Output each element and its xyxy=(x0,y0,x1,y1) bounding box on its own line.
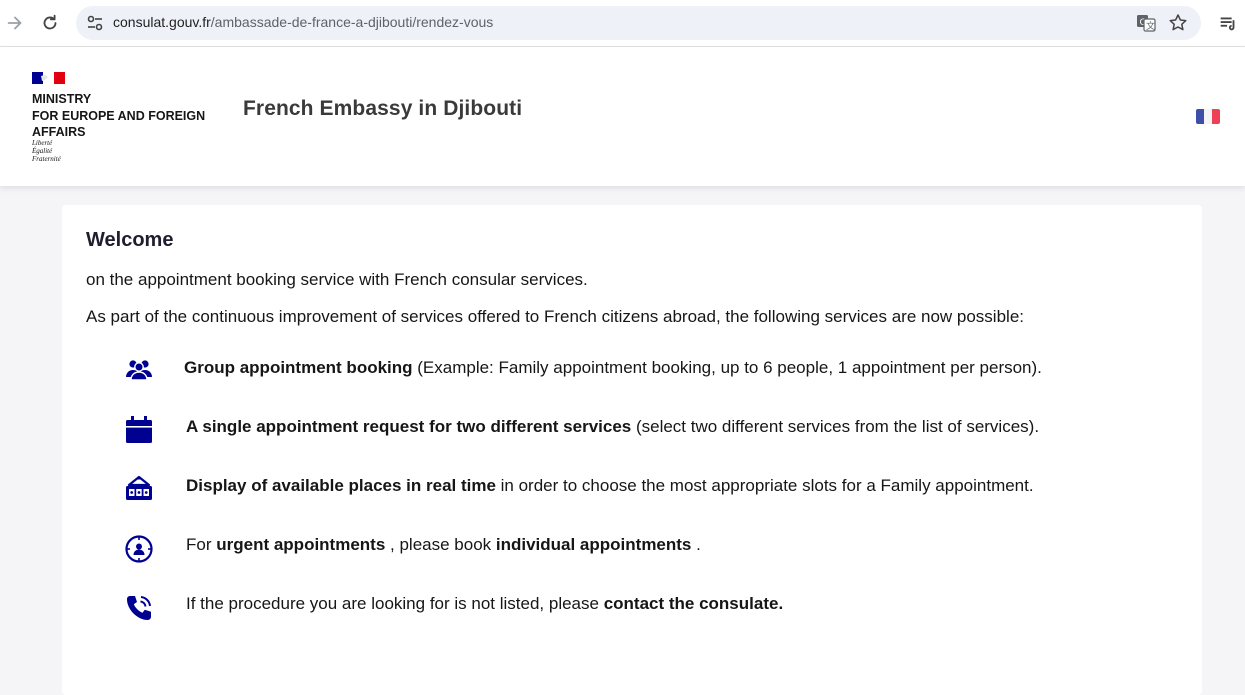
arrow-forward-icon xyxy=(7,16,22,30)
feature-text: Display of available places in real time… xyxy=(186,476,1034,496)
counter-icon xyxy=(124,474,154,504)
ministry-line: AFFAIRS xyxy=(32,125,86,139)
star-icon[interactable] xyxy=(1168,13,1188,33)
reload-button[interactable] xyxy=(39,12,61,34)
group-icon xyxy=(124,355,154,385)
translate-icon[interactable]: G文 xyxy=(1136,13,1156,33)
ministry-name: MINISTRY FOR EUROPE AND FOREIGN AFFAIRS xyxy=(32,91,232,141)
individual-appointments-link[interactable]: individual appointments xyxy=(496,535,692,554)
clock-person-icon xyxy=(124,534,154,564)
feature-text: For urgent appointments , please book in… xyxy=(186,535,701,555)
browser-toolbar: consulat.gouv.fr/ambassade-de-france-a-d… xyxy=(0,0,1245,47)
content-card: Welcome on the appointment booking servi… xyxy=(62,205,1202,695)
phone-icon xyxy=(124,593,154,623)
feature-prefix: For xyxy=(186,535,217,554)
forward-button[interactable] xyxy=(4,12,26,34)
feature-title: Group appointment booking xyxy=(184,358,413,377)
address-bar[interactable]: consulat.gouv.fr/ambassade-de-france-a-d… xyxy=(76,6,1201,40)
playlist-icon xyxy=(1220,17,1235,31)
feature-text: A single appointment request for two dif… xyxy=(186,417,1039,437)
feature-prefix: If the procedure you are looking for is … xyxy=(186,594,604,613)
language-flag-icon[interactable] xyxy=(1196,109,1220,124)
url-path: /ambassade-de-france-a-djibouti/rendez-v… xyxy=(210,14,494,30)
ministry-line: MINISTRY xyxy=(32,92,92,106)
feature-title: Display of available places in real time xyxy=(186,476,496,495)
site-header: MINISTRY FOR EUROPE AND FOREIGN AFFAIRS … xyxy=(0,47,1245,186)
svg-text:文: 文 xyxy=(1146,20,1155,32)
republic-motto: Liberté Égalité Fraternité xyxy=(32,139,61,163)
url-host: consulat.gouv.fr xyxy=(113,14,211,30)
reading-list-button[interactable] xyxy=(1217,12,1239,34)
reload-icon xyxy=(43,14,57,30)
feature-text: Group appointment booking (Example: Fami… xyxy=(184,358,1042,378)
republic-logo[interactable] xyxy=(32,71,65,84)
feature-text: If the procedure you are looking for is … xyxy=(186,594,783,614)
site-title[interactable]: French Embassy in Djibouti xyxy=(243,97,522,121)
calendar-icon xyxy=(124,415,154,445)
feature-description: in order to choose the most appropriate … xyxy=(495,476,1034,495)
feature-description: (select two different services from the … xyxy=(631,417,1040,436)
feature-description: (Example: Family appointment booking, up… xyxy=(412,358,1042,377)
motto-line: Égalité xyxy=(32,147,53,155)
intro-text: on the appointment booking service with … xyxy=(86,270,588,289)
page-title: Welcome xyxy=(86,229,174,251)
feature-suffix: . xyxy=(691,535,701,554)
tune-icon[interactable] xyxy=(86,14,104,32)
feature-middle: , please book xyxy=(385,535,496,554)
contact-consulate-link[interactable]: contact the consulate. xyxy=(604,594,783,613)
motto-line: Fraternité xyxy=(32,155,61,163)
ministry-line: FOR EUROPE AND FOREIGN xyxy=(32,108,206,123)
url-text[interactable]: consulat.gouv.fr/ambassade-de-france-a-d… xyxy=(113,14,493,30)
motto-line: Liberté xyxy=(32,139,53,147)
urgent-appointments-link[interactable]: urgent appointments xyxy=(216,535,385,554)
feature-title: A single appointment request for two dif… xyxy=(186,417,632,436)
intro-text: As part of the continuous improvement of… xyxy=(86,307,1024,326)
